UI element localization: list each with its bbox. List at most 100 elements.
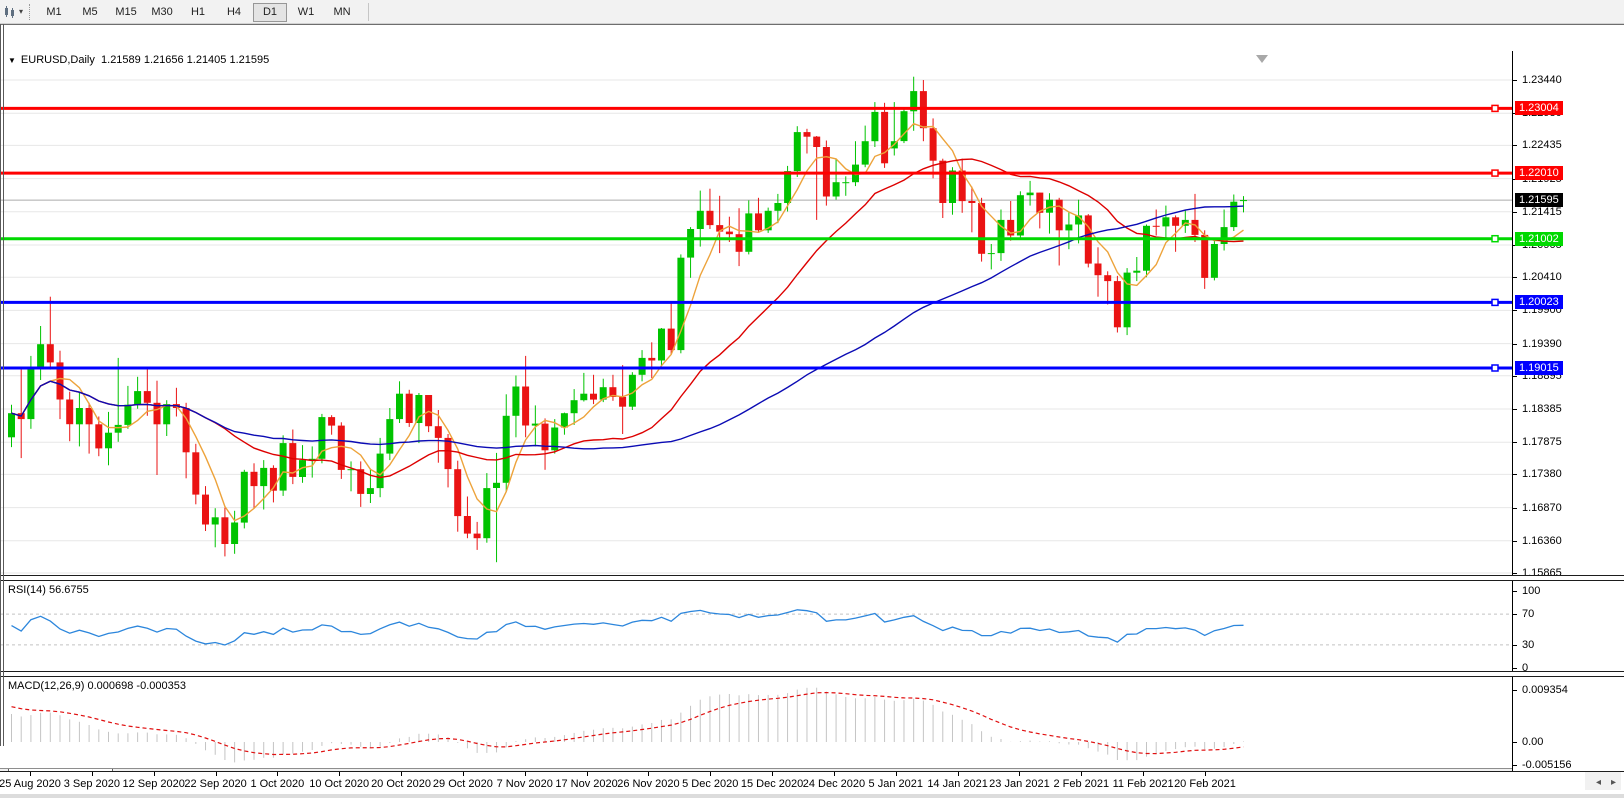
timeframe-button-H4[interactable]: H4 xyxy=(217,3,251,22)
date-tick xyxy=(1143,772,1144,776)
date-axis-label: 20 Feb 2021 xyxy=(1174,778,1236,790)
axis-tick xyxy=(1513,145,1517,146)
rsi-panel-canvas[interactable] xyxy=(0,581,1512,671)
window-border xyxy=(0,24,1,746)
chart-window: ▼EURUSD,Daily 1.21589 1.21656 1.21405 1.… xyxy=(0,24,1624,747)
axis-tick xyxy=(1513,690,1517,691)
chart-ohlc-values: 1.21589 1.21656 1.21405 1.21595 xyxy=(101,54,269,66)
axis-tick xyxy=(1513,614,1517,615)
toolbar-grip[interactable] xyxy=(29,4,30,20)
timeframe-toolbar: ▾ M1M5M15M30H1H4D1W1MN xyxy=(0,0,1624,24)
main-chart-canvas[interactable] xyxy=(0,51,1512,575)
hline-handle[interactable] xyxy=(1492,365,1498,371)
price-badge: 1.21002 xyxy=(1515,232,1563,246)
date-tick xyxy=(1081,772,1082,776)
macd-signal-line xyxy=(12,693,1244,755)
chart-shift-marker-icon[interactable] xyxy=(1256,55,1268,63)
date-axis-label: 3 Sep 2020 xyxy=(64,778,120,790)
tab-scroll-arrows: ◂▸ xyxy=(1585,772,1621,790)
date-tick xyxy=(958,772,959,776)
price-axis-label: 1.23440 xyxy=(1522,73,1562,87)
date-axis[interactable]: 25 Aug 20203 Sep 202012 Sep 202022 Sep 2… xyxy=(0,771,1624,794)
chart-title: ▼EURUSD,Daily 1.21589 1.21656 1.21405 1.… xyxy=(8,54,269,66)
mt4-window: ▾ M1M5M15M30H1H4D1W1MN ▼EURUSD,Daily 1.2… xyxy=(0,0,1624,798)
hline-handle[interactable] xyxy=(1492,105,1498,111)
price-axis-label: 30 xyxy=(1522,638,1534,652)
price-badge: 1.22010 xyxy=(1515,166,1563,180)
timeframe-buttons: M1M5M15M30H1H4D1W1MN xyxy=(36,2,360,22)
panel-splitter[interactable] xyxy=(0,671,1624,677)
price-axis-label: 100 xyxy=(1522,584,1540,598)
candlestick-chart-icon[interactable] xyxy=(2,4,18,20)
chart-type-dropdown-icon[interactable]: ▾ xyxy=(19,7,23,16)
date-axis-label: 5 Dec 2020 xyxy=(682,778,738,790)
panel-splitter[interactable] xyxy=(0,575,1624,581)
date-tick xyxy=(92,772,93,776)
timeframe-button-M30[interactable]: M30 xyxy=(145,3,179,22)
date-axis-label: 20 Oct 2020 xyxy=(371,778,431,790)
date-axis-label: 23 Jan 2021 xyxy=(989,778,1050,790)
axis-tick xyxy=(1513,573,1517,574)
candlestick-series xyxy=(8,77,1247,563)
timeframe-button-W1[interactable]: W1 xyxy=(289,3,323,22)
date-axis-label: 11 Feb 2021 xyxy=(1113,778,1174,790)
macd-panel-canvas[interactable] xyxy=(0,677,1512,771)
date-tick xyxy=(834,772,835,776)
tab-scroll-right-button[interactable]: ▸ xyxy=(1606,777,1621,788)
date-tick xyxy=(1019,772,1020,776)
hline-handle[interactable] xyxy=(1492,299,1498,305)
date-tick xyxy=(648,772,649,776)
price-badge: 1.19015 xyxy=(1515,361,1563,375)
axis-tick xyxy=(1513,344,1517,345)
date-tick xyxy=(772,772,773,776)
axis-tick xyxy=(1513,277,1517,278)
date-tick xyxy=(525,772,526,776)
rsi-line xyxy=(12,610,1244,645)
date-axis-label: 10 Oct 2020 xyxy=(309,778,369,790)
price-axis-label: 1.18385 xyxy=(1522,402,1562,416)
price-axis-label: -0.005156 xyxy=(1522,758,1572,772)
rsi-label: RSI(14) 56.6755 xyxy=(8,584,89,596)
date-axis-label: 7 Nov 2020 xyxy=(497,778,553,790)
date-axis-label: 17 Nov 2020 xyxy=(555,778,617,790)
date-tick xyxy=(30,772,31,776)
macd-label: MACD(12,26,9) 0.000698 -0.000353 xyxy=(8,680,186,692)
date-axis-label: 2 Feb 2021 xyxy=(1053,778,1109,790)
axis-tick xyxy=(1513,645,1517,646)
date-axis-label: 24 Dec 2020 xyxy=(803,778,865,790)
price-axis-label: 1.22435 xyxy=(1522,138,1562,152)
date-axis-label: 26 Nov 2020 xyxy=(617,778,679,790)
timeframe-button-MN[interactable]: MN xyxy=(325,3,359,22)
grid xyxy=(0,80,1512,573)
price-axis[interactable]: 1.234401.229301.224351.219251.214151.209… xyxy=(1512,51,1624,771)
price-axis-label: 0.009354 xyxy=(1522,683,1568,697)
timeframe-button-M15[interactable]: M15 xyxy=(109,3,143,22)
date-tick xyxy=(1205,772,1206,776)
axis-tick xyxy=(1513,508,1517,509)
axis-tick xyxy=(1513,80,1517,81)
axis-tick xyxy=(1513,591,1517,592)
date-tick xyxy=(154,772,155,776)
timeframe-button-M5[interactable]: M5 xyxy=(73,3,107,22)
date-axis-label: 25 Aug 2020 xyxy=(0,778,61,790)
timeframe-button-H1[interactable]: H1 xyxy=(181,3,215,22)
timeframe-button-M1[interactable]: M1 xyxy=(37,3,71,22)
price-axis-label: 1.17380 xyxy=(1522,467,1562,481)
macd-histogram xyxy=(12,688,1244,763)
hline-handle[interactable] xyxy=(1492,236,1498,242)
timeframe-button-D1[interactable]: D1 xyxy=(253,3,287,22)
axis-tick xyxy=(1513,376,1517,377)
price-axis-label: 1.17875 xyxy=(1522,435,1562,449)
axis-tick xyxy=(1513,668,1517,669)
axis-tick xyxy=(1513,742,1517,743)
tab-scroll-left-button[interactable]: ◂ xyxy=(1591,777,1606,788)
symbol-dropdown-icon[interactable]: ▼ xyxy=(8,56,16,65)
hline-handle[interactable] xyxy=(1492,170,1498,176)
price-axis-label: 1.16360 xyxy=(1522,534,1562,548)
date-axis-label: 1 Oct 2020 xyxy=(250,778,304,790)
date-tick xyxy=(463,772,464,776)
date-tick xyxy=(401,772,402,776)
axis-tick xyxy=(1513,474,1517,475)
date-tick xyxy=(710,772,711,776)
price-axis-label: 70 xyxy=(1522,607,1534,621)
